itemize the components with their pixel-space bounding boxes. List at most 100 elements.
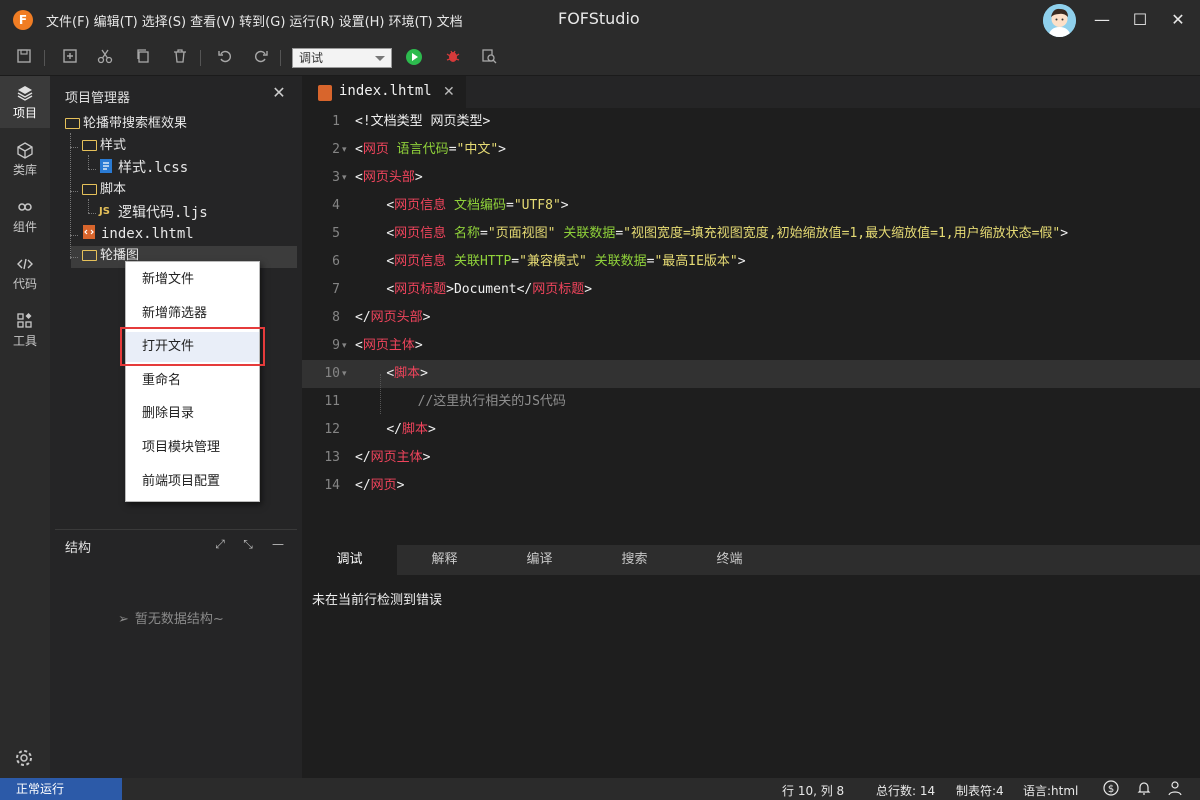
svg-text:$: $ [1108, 784, 1114, 795]
menu-select[interactable]: 选择(S) [142, 11, 186, 30]
fold-icon[interactable]: ▾ [342, 164, 347, 192]
person-icon[interactable] [1166, 780, 1184, 798]
menu-item-rename[interactable]: 重命名 [126, 366, 259, 396]
tab-interpret[interactable]: 解释 [397, 545, 492, 575]
menu-item-delete-directory[interactable]: 删除目录 [126, 399, 259, 429]
new-file-icon[interactable] [60, 48, 80, 68]
tree-item-root[interactable]: 轮播带搜索框效果 [65, 113, 187, 135]
status-bar: 正常运行 行 10, 列 8 总行数: 14 制表符:4 语言:html $ [0, 778, 1200, 800]
app-title: FOFStudio [558, 9, 640, 28]
menu-item-new-file[interactable]: 新增文件 [126, 265, 259, 295]
annotation-highlight-box [120, 327, 265, 366]
search-file-icon[interactable] [479, 48, 499, 68]
run-icon[interactable] [404, 48, 424, 68]
folder-icon [82, 140, 97, 151]
menu-view[interactable]: 查看(V) [190, 11, 235, 30]
line-number: 12 [324, 422, 340, 437]
code-text: <网页头部> [355, 170, 423, 185]
code-editor[interactable]: 1 <!文档类型 网页类型> 2 ▾ <网页 语言代码="中文"> 3 ▾ <网页头… [302, 108, 1200, 545]
language-mode[interactable]: 语言:html [1023, 782, 1078, 799]
debug-icon[interactable] [443, 48, 463, 68]
tree-item-html-file[interactable]: index.lhtml [82, 223, 194, 245]
cut-icon[interactable] [95, 48, 115, 68]
tab-compile[interactable]: 编译 [492, 545, 587, 575]
code-text: </网页> [355, 478, 405, 493]
activity-tools-label: 工具 [12, 334, 37, 348]
activity-library[interactable]: 类库 [0, 133, 50, 185]
code-text: </网页头部> [355, 310, 431, 325]
menu-edit[interactable]: 编辑(T) [94, 11, 138, 30]
toolbar-divider [200, 50, 201, 66]
line-number: 5 [332, 226, 340, 241]
undo-icon[interactable] [215, 48, 235, 68]
toolbar [0, 40, 1200, 76]
menu-environment[interactable]: 环境(T) [389, 11, 433, 30]
code-line: 12 </脚本> [302, 416, 1200, 444]
menu-docs[interactable]: 文档 [437, 11, 463, 30]
tab-index-lhtml[interactable]: index.lhtml ✕ [302, 76, 466, 108]
tree-item-script-folder[interactable]: 脚本 [82, 179, 126, 201]
fold-icon[interactable]: ▾ [342, 332, 347, 360]
maximize-button[interactable]: ☐ [1128, 8, 1152, 32]
tree-item-style-folder[interactable]: 样式 [82, 135, 126, 157]
user-avatar[interactable] [1043, 4, 1076, 37]
line-number: 13 [324, 450, 340, 465]
code-icon [16, 255, 34, 273]
tree-item-script-file[interactable]: JS 逻辑代码.ljs [99, 201, 208, 223]
activity-code[interactable]: 代码 [0, 247, 50, 299]
mode-select[interactable]: 调试 [292, 48, 392, 68]
code-line: 4 <网页信息 文档编码="UTF8"> [302, 192, 1200, 220]
activity-project[interactable]: 项目 [0, 76, 50, 128]
css-file-icon [99, 158, 115, 173]
cube-icon [16, 141, 34, 159]
minimize-button[interactable]: — [1090, 8, 1114, 32]
copy-icon[interactable] [133, 48, 153, 68]
menu-goto[interactable]: 转到(G) [239, 11, 285, 30]
tree-item-style-file[interactable]: 样式.lcss [99, 157, 188, 179]
activity-code-label: 代码 [12, 277, 37, 291]
activity-tools[interactable]: 工具 [0, 304, 50, 356]
minimize-panel-icon[interactable]: — [270, 536, 286, 552]
activity-bar: 项目 类库 组件 代码 工具 [0, 76, 50, 778]
collapse-icon[interactable]: ⤡ [240, 536, 256, 552]
tab-search[interactable]: 搜索 [587, 545, 682, 575]
activity-components[interactable]: 组件 [0, 190, 50, 242]
menu-run[interactable]: 运行(R) [289, 11, 334, 30]
save-icon[interactable] [14, 48, 34, 68]
tree-item-label: 脚本 [100, 182, 127, 197]
explorer-close-icon[interactable]: ✕ [270, 84, 288, 102]
fold-icon[interactable]: ▾ [342, 136, 347, 164]
cursor-position[interactable]: 行 10, 列 8 [782, 782, 844, 799]
menu-item-module-management[interactable]: 项目模块管理 [126, 433, 259, 463]
delete-icon[interactable] [170, 48, 190, 68]
fold-icon[interactable]: ▾ [342, 360, 347, 388]
code-line: 9 ▾ <网页主体> [302, 332, 1200, 360]
settings-gear-icon[interactable] [12, 748, 36, 772]
code-text: <网页信息 文档编码="UTF8"> [386, 198, 569, 213]
bell-icon[interactable] [1135, 780, 1153, 798]
tools-icon [16, 312, 34, 330]
redo-icon[interactable] [251, 48, 271, 68]
code-text: <网页主体> [355, 338, 423, 353]
html-file-icon [318, 85, 332, 101]
currency-icon[interactable]: $ [1102, 780, 1120, 798]
menu-file[interactable]: 文件(F) [46, 11, 90, 30]
tab-debug[interactable]: 调试 [302, 545, 397, 575]
menu-item-new-filter[interactable]: 新增筛选器 [126, 299, 259, 329]
line-number: 7 [332, 282, 340, 297]
debug-message: 未在当前行检测到错误 [312, 593, 443, 608]
tab-size[interactable]: 制表符:4 [956, 782, 1004, 799]
tab-close-icon[interactable]: ✕ [443, 84, 455, 100]
avatar-icon [1043, 4, 1076, 37]
tree-guide [88, 155, 89, 169]
tab-terminal[interactable]: 终端 [682, 545, 777, 575]
tree-guide [88, 199, 89, 213]
code-line: 6 <网页信息 关联HTTP="兼容模式" 关联数据="最高IE版本"> [302, 248, 1200, 276]
close-window-button[interactable]: ✕ [1166, 8, 1190, 32]
code-text: <网页信息 名称="页面视图" 关联数据="视图宽度=填充视图宽度,初始缩放值=… [386, 226, 1069, 241]
menu-item-frontend-config[interactable]: 前端项目配置 [126, 467, 259, 497]
structure-title: 结构 [65, 541, 92, 556]
line-number: 1 [332, 114, 340, 129]
menu-settings[interactable]: 设置(H) [339, 11, 385, 30]
expand-icon[interactable]: ⤢ [212, 536, 228, 552]
